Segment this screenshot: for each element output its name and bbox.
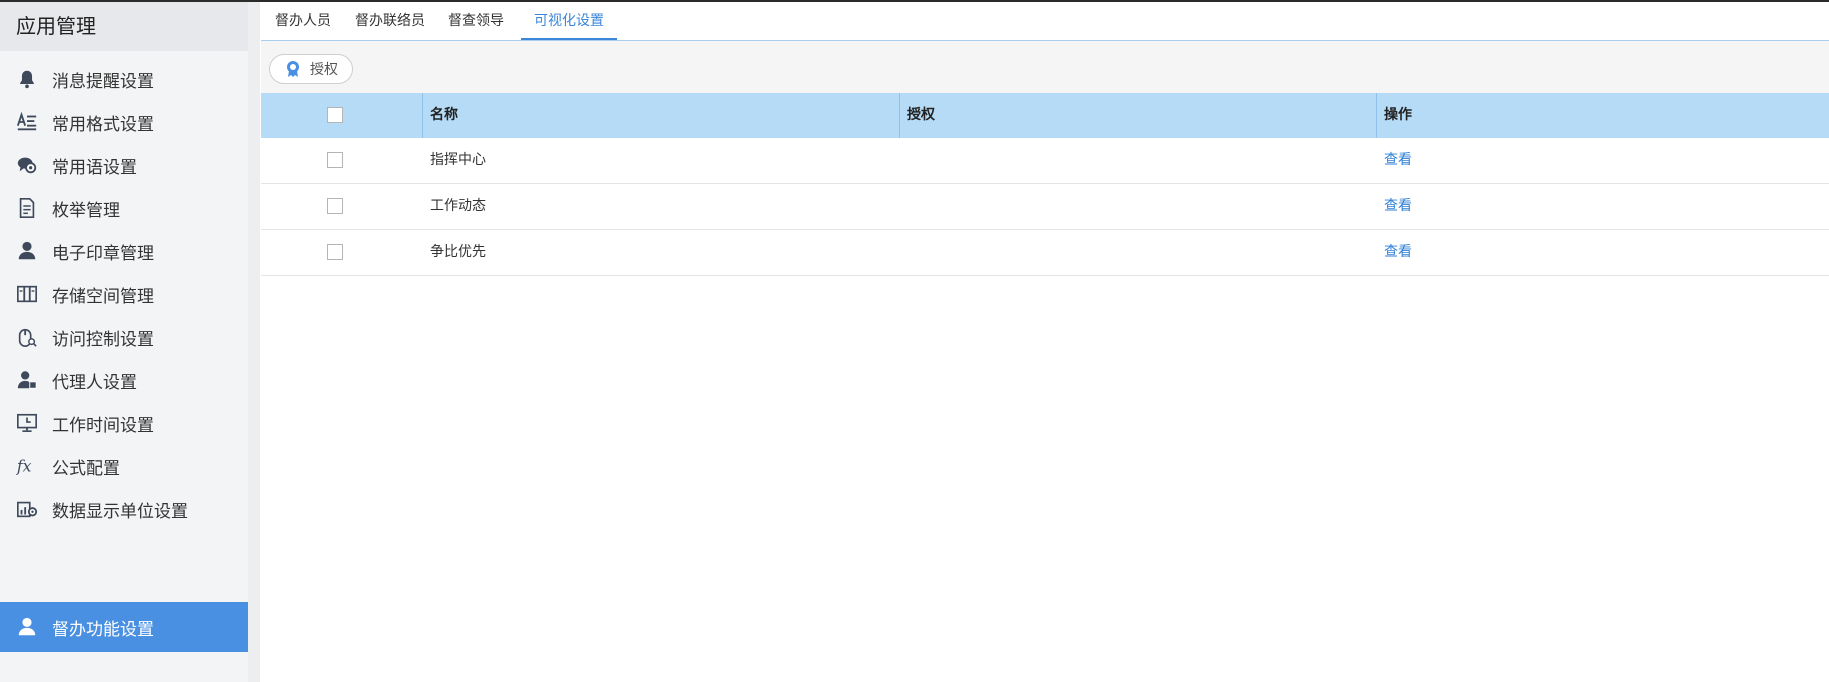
column-divider [422,93,423,138]
sidebar-item-data-unit[interactable]: 数据显示单位设置 [0,484,248,534]
sidebar-item-label: 公式配置 [52,458,120,479]
sidebar-item-label: 消息提醒设置 [52,71,154,92]
tab-leaders[interactable]: 督查领导 [444,2,508,39]
authorize-button[interactable]: 授权 [269,54,353,84]
sidebar-item-label: 电子印章管理 [52,243,154,264]
cell-name: 工作动态 [430,198,486,214]
select-all-checkbox[interactable] [327,107,343,123]
document-list-icon [14,196,40,220]
table-row: 指挥中心 查看 [261,138,1829,184]
view-link[interactable]: 查看 [1384,138,1412,183]
sidebar-item-label: 代理人设置 [52,372,137,393]
sidebar-item-label: 数据显示单位设置 [52,501,188,522]
sidebar-item-label: 枚举管理 [52,200,120,221]
column-divider [1376,93,1377,138]
user-icon [14,615,40,639]
header-action: 操作 [1384,107,1412,123]
agent-icon [14,368,40,392]
view-link[interactable]: 查看 [1384,184,1412,229]
cell-name: 争比优先 [430,244,486,260]
user-seal-icon [14,239,40,263]
row-checkbox[interactable] [327,198,343,214]
sidebar-item-label: 工作时间设置 [52,415,154,436]
sidebar-title: 应用管理 [0,2,248,51]
sidebar-item-supervision[interactable]: 督办功能设置 [0,602,248,652]
tab-liaison[interactable]: 督办联络员 [351,2,429,39]
bell-icon [14,67,40,91]
header-auth: 授权 [907,107,935,123]
sidebar-item-label: 访问控制设置 [52,329,154,350]
tab-bar: 督办人员 督办联络员 督查领导 可视化设置 [261,2,1829,41]
award-ribbon-icon [284,60,302,78]
table-row: 争比优先 查看 [261,230,1829,276]
view-link[interactable]: 查看 [1384,230,1412,275]
speech-bubbles-icon [14,153,40,177]
data-table: 名称 授权 操作 指挥中心 查看 工作动态 查看 争比优先 查看 [261,93,1829,276]
tab-visualization[interactable]: 可视化设置 [521,2,617,40]
tab-supervisors[interactable]: 督办人员 [271,2,335,39]
sidebar: 应用管理 消息提醒设置 常用格式设置 常用语设置 枚举管理 电子印章管理 存储空… [0,2,248,682]
sidebar-item-label: 常用语设置 [52,157,137,178]
text-format-icon [14,110,40,134]
table-row: 工作动态 查看 [261,184,1829,230]
table-header: 名称 授权 操作 [261,93,1829,138]
cell-name: 指挥中心 [430,152,486,168]
row-checkbox[interactable] [327,152,343,168]
header-name: 名称 [430,107,458,123]
sidebar-divider [248,2,260,682]
toolbar: 授权 [261,41,1829,93]
main-panel: 督办人员 督办联络员 督查领导 可视化设置 授权 名称 授权 操作 指挥中心 查… [261,2,1829,682]
column-divider [899,93,900,138]
authorize-label: 授权 [310,62,338,78]
data-settings-icon [14,497,40,521]
sidebar-item-label: 存储空间管理 [52,286,154,307]
monitor-clock-icon [14,411,40,435]
svg-text:fx: fx [16,458,32,476]
sidebar-item-label: 督办功能设置 [52,619,154,640]
row-checkbox[interactable] [327,244,343,260]
access-search-icon [14,325,40,349]
fx-icon: fx [14,454,40,478]
sidebar-item-label: 常用格式设置 [52,114,154,135]
storage-icon [14,282,40,306]
